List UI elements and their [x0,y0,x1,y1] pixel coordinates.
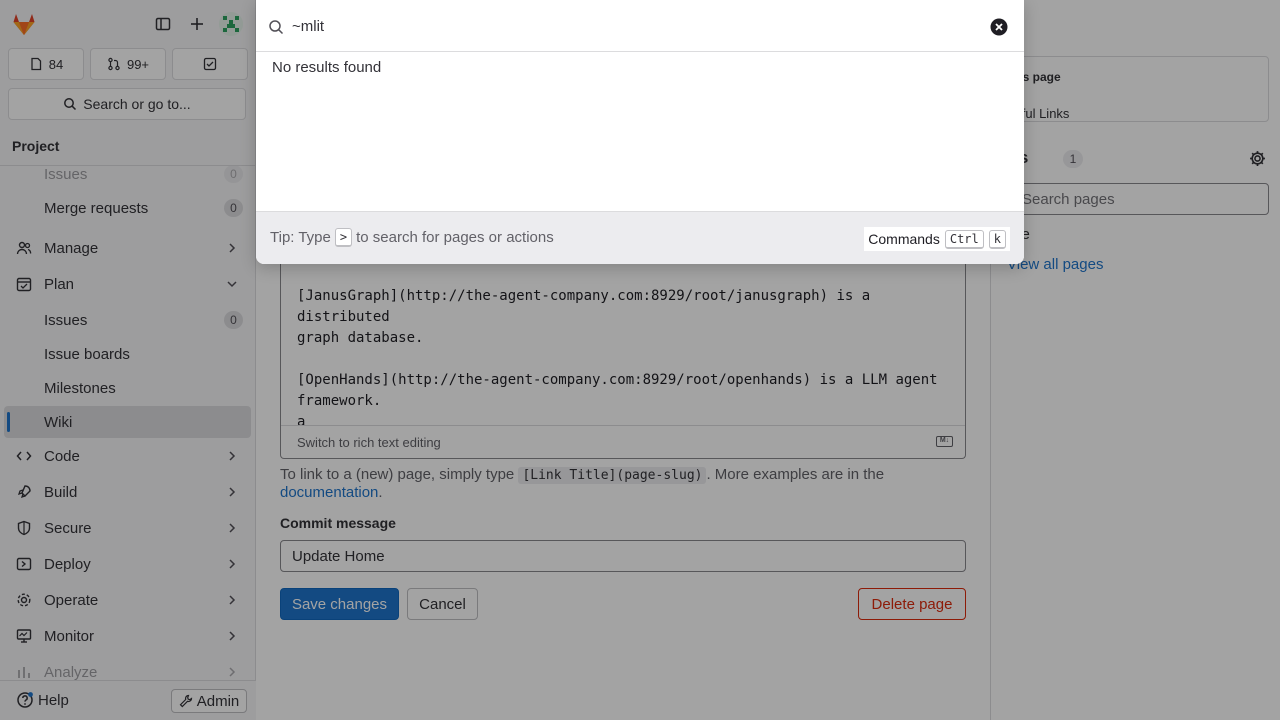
search-icon [269,20,284,35]
kbd-k: k [988,229,1006,249]
command-palette: No results found Tip: Type > to search f… [256,0,1024,264]
tip-prefix: Tip: Type [270,229,331,246]
palette-footer: Tip: Type > to search for pages or actio… [256,211,1024,264]
no-results-message: No results found [272,59,382,76]
palette-search-input[interactable] [292,0,982,52]
commands-shortcut[interactable]: Commands Ctrl k [864,227,1010,251]
kbd-ctrl: Ctrl [944,229,984,249]
tip-key: > [334,228,353,247]
clear-icon[interactable] [990,18,1008,36]
commands-label: Commands [868,231,940,247]
palette-search-bar [256,0,1024,52]
palette-tip: Tip: Type > to search for pages or actio… [270,228,554,247]
tip-suffix: to search for pages or actions [356,229,554,246]
